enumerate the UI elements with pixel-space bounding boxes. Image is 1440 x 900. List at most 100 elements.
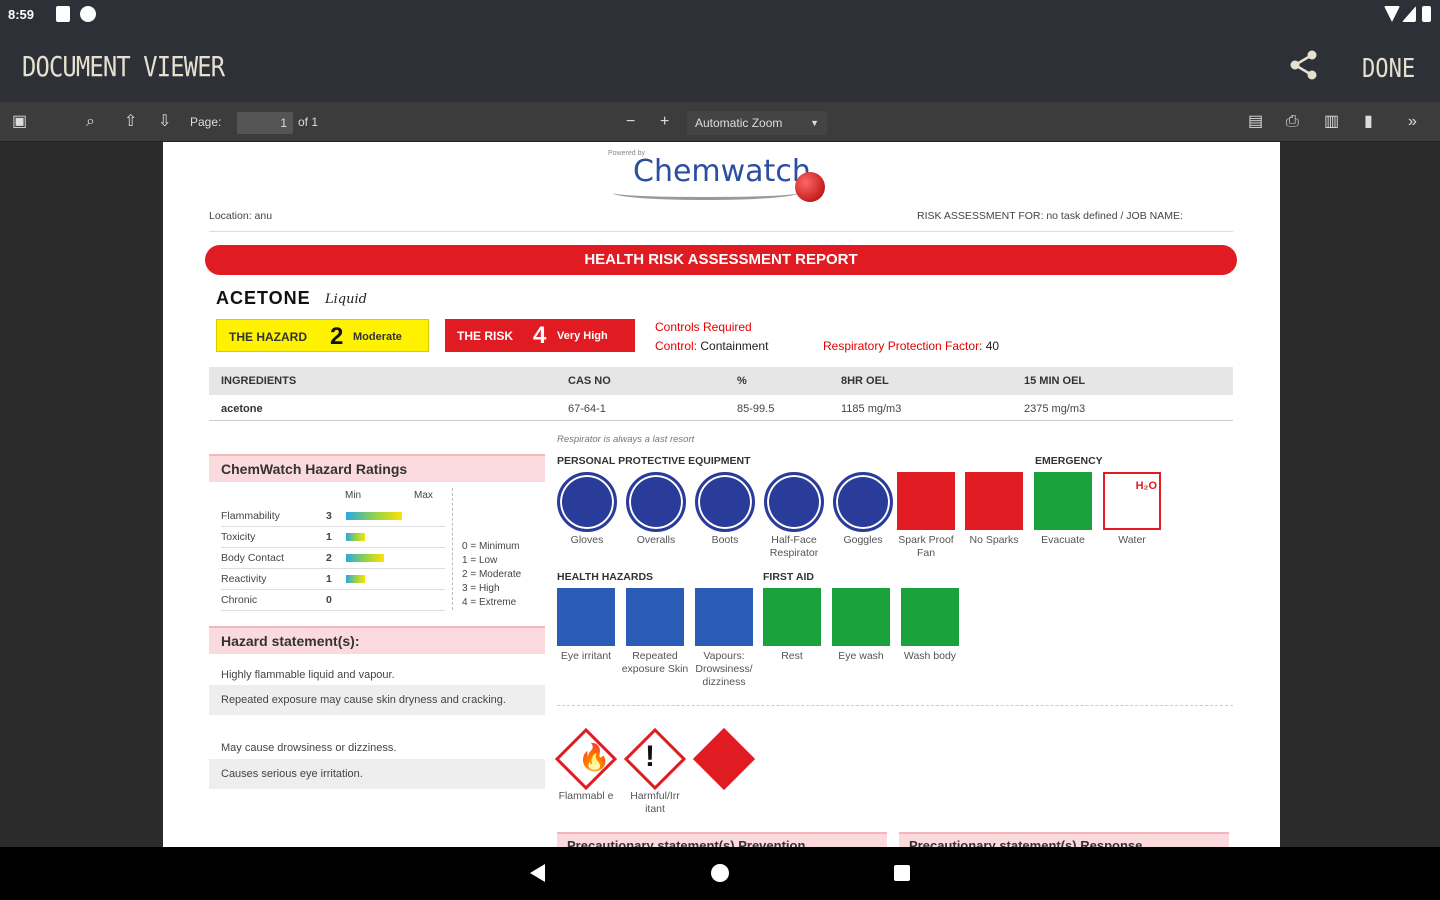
recents-icon[interactable] [894,865,910,881]
rating-row-divider [221,547,445,548]
battery-icon [1422,6,1431,22]
hazard-level: Moderate [353,331,402,343]
goggles-icon [833,472,893,532]
substance-form: Liquid [325,292,367,307]
done-button[interactable]: DONE [1362,54,1415,84]
page-number-input[interactable]: 1 [237,112,293,134]
download-icon[interactable]: ▥ [1324,112,1339,132]
ghs-label: Harmful/Irr itant [630,790,680,815]
rating-value: 2 [326,552,332,564]
sidebar-toggle-icon[interactable]: ▣ [12,112,27,132]
ppe-label: Overalls [636,534,676,546]
legend-item: 2 = Moderate [462,569,522,580]
share-icon[interactable] [1287,48,1321,82]
rating-row-divider [221,589,445,590]
no-sparks-icon [965,472,1023,530]
document-viewport[interactable]: Powered by Chemwatch Location: anu RISK … [0,142,1440,847]
rating-bar [346,533,365,541]
rest-icon [763,588,821,646]
assessment-for: RISK ASSESSMENT FOR: no task defined / J… [917,210,1183,222]
rating-name: Flammability [221,510,280,522]
table-cell: 85-99.5 [737,403,775,415]
rating-value: 0 [326,594,332,606]
search-icon[interactable]: ⌕ [86,112,95,132]
presentation-icon[interactable]: ▤ [1248,112,1263,132]
ratings-divider [452,488,453,610]
emergency-label: Evacuate [1041,534,1085,546]
col-cas: CAS NO [568,375,611,387]
zoom-in-icon[interactable]: + [660,112,669,132]
col-15min-oel: 15 MIN OEL [1024,375,1086,387]
table-header: INGREDIENTS CAS NO % 8HR OEL 15 MIN OEL [209,367,1233,395]
table-row: acetone 67-64-1 85-99.5 1185 mg/m3 2375 … [209,395,1233,421]
ppe-label: Half-Face Respirator [769,534,819,559]
ratings-title: ChemWatch Hazard Ratings [209,454,545,482]
notification-icon [56,6,70,22]
rating-value: 1 [326,573,332,585]
print-icon[interactable]: ⎙ [1286,112,1299,132]
table-cell: 67-64-1 [568,403,606,415]
ppe-label: Goggles [843,534,883,546]
scale-legend: 0 = Minimum 1 = Low 2 = Moderate 3 = High 4 … [462,540,521,610]
location: Location: anu [209,210,273,222]
tools-icon[interactable]: » [1408,112,1417,132]
first-aid-label: Wash body [903,650,957,662]
gloves-icon [557,472,617,532]
rating-value: 3 [326,510,332,522]
emergency-label: Water [1118,534,1146,546]
eye-irritant-icon [557,588,615,646]
emergency-label: Spark Proof Fan [898,534,954,559]
divider [557,705,1233,706]
divider [209,231,1233,232]
home-icon[interactable] [711,864,729,882]
zoom-out-icon[interactable]: − [626,112,635,132]
hazard-badge-label: THE HAZARD [229,330,307,344]
control-label: Control: [655,339,698,353]
legend-item: 0 = Minimum [462,541,520,552]
health-hazards-title: HEALTH HAZARDS [557,571,654,583]
rating-name: Reactivity [221,573,267,585]
skin-exposure-icon [626,588,684,646]
table-cell: 2375 mg/m3 [1024,403,1086,415]
risk-badge-label: THE RISK [457,329,514,343]
water-icon: H₂O [1103,472,1161,530]
back-icon[interactable] [530,864,545,882]
app-title: DOCUMENT VIEWER [22,50,225,83]
risk-value: 4 [533,322,547,349]
control-value: Containment [700,339,769,353]
health-label: Eye irritant [560,650,612,662]
page-total: of 1 [298,115,319,129]
zoom-select[interactable]: Automatic Zoom ▼ [687,111,827,135]
health-label: Vapours: Drowsiness/ dizziness [695,650,753,688]
hazard-statement: Causes serious eye irritation. [209,759,545,789]
ratings-max: Max [414,490,433,501]
col-ingredients: INGREDIENTS [221,375,297,387]
ppe-label: Boots [711,534,739,546]
rating-bar [346,575,365,583]
bookmark-icon[interactable]: ▮ [1364,112,1373,132]
rpf-label: Respiratory Protection Factor: [823,339,983,353]
boots-icon [695,472,755,532]
health-label: Repeated exposure Skin [621,650,689,675]
precaution-response-title: Precautionary statement(s) Response [899,832,1229,847]
previous-page-icon[interactable]: ⇧ [124,112,137,132]
precaution-prevention-title: Precautionary statement(s) Prevention [557,832,887,847]
vapours-icon [695,588,753,646]
rating-bar [346,512,403,520]
risk-level: Very High [557,330,608,342]
spark-proof-fan-icon [897,472,955,530]
app-bar: DOCUMENT VIEWER DONE [0,30,1440,102]
risk-badge: THE RISK 4 Very High [445,319,635,352]
hazard-statement: Repeated exposure may cause skin dryness… [209,685,545,715]
eye-wash-icon [832,588,890,646]
zoom-value: Automatic Zoom [695,116,783,130]
pdf-page: Powered by Chemwatch Location: anu RISK … [163,142,1280,847]
emergency-label: No Sparks [969,534,1019,546]
next-page-icon[interactable]: ⇩ [158,112,171,132]
table-cell: acetone [221,403,263,415]
control-line: Control: Containment [655,339,768,353]
rating-row-divider [221,526,445,527]
rpf-line: Respiratory Protection Factor: 40 [823,339,999,353]
respirator-note: Respirator is always a last resort [557,434,695,445]
rating-row-divider [221,568,445,569]
